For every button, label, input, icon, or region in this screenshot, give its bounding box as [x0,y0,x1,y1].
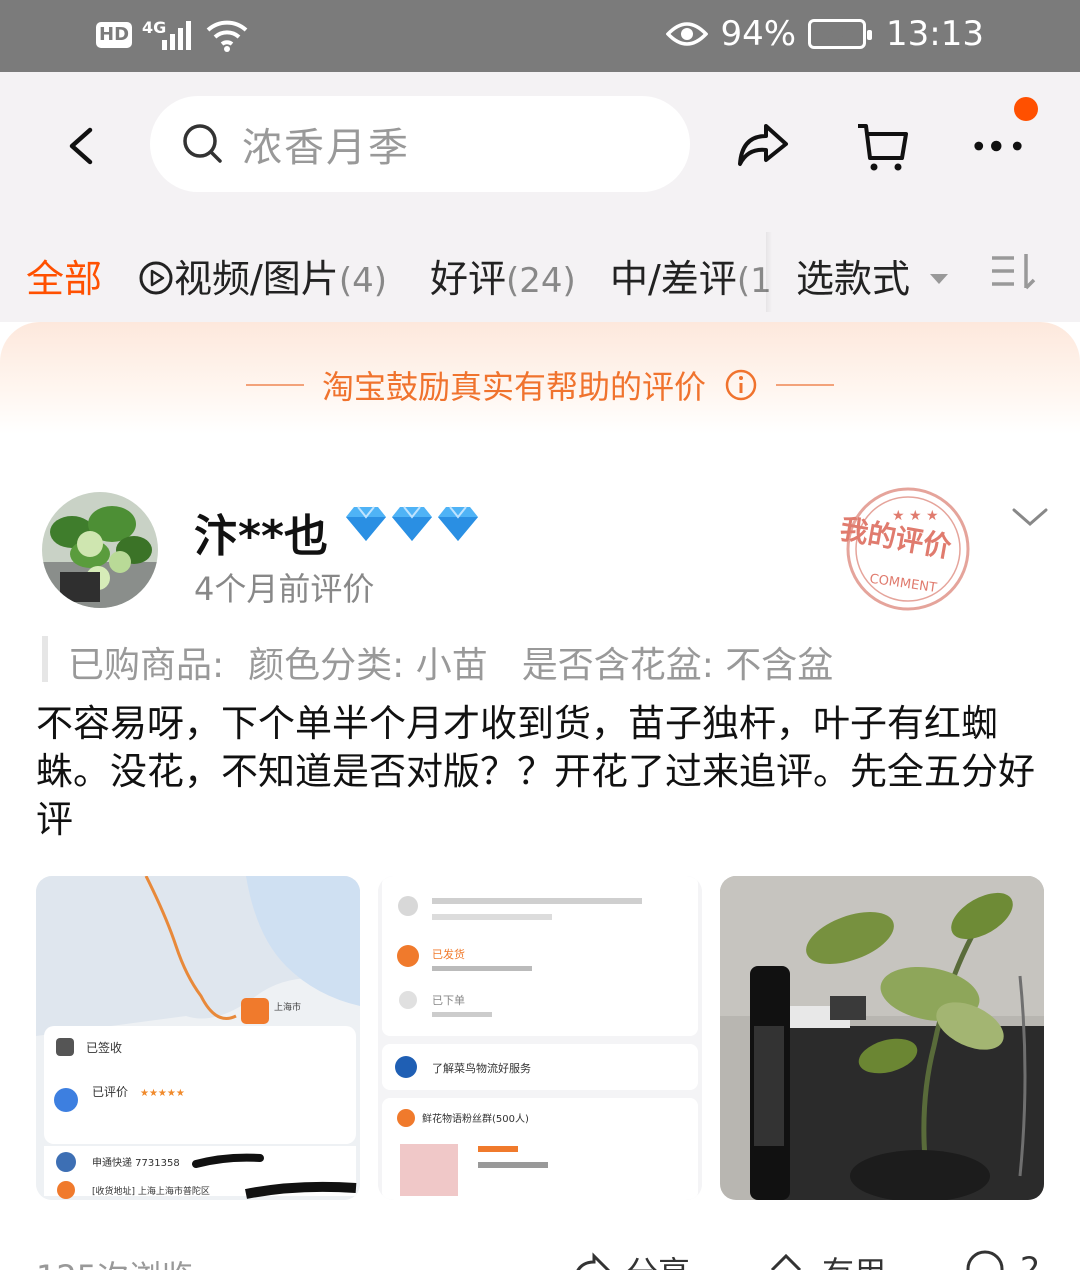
banner-line-right [776,384,834,386]
cart-icon[interactable] [854,118,910,174]
share-icon[interactable] [734,118,790,174]
tab-all[interactable]: 全部 [26,248,102,303]
style-filter-button[interactable]: 选款式 [796,248,950,303]
diamond-icon [346,506,386,541]
share-label: 分享 [626,1248,690,1270]
tab-media[interactable]: 视频/图片(4) [138,248,387,303]
tab-good-label: 好评 [430,257,507,301]
logistics-service: 了解菜鸟物流好服务 [432,1061,531,1075]
useful-button[interactable]: 有用 [766,1248,886,1270]
map-address: [收货地址] 上海上海市普陀区 [92,1185,210,1197]
info-icon[interactable] [724,368,758,402]
logistics-screenshot-image: 已发货 已下单 了解菜鸟物流好服务 鲜花物语粉丝群(500人) [378,876,702,1200]
banner-text: 淘宝鼓励真实有帮助的评价 [321,368,706,406]
tab-mid-bad[interactable]: 中/差评(1 [610,248,772,303]
sort-icon[interactable] [990,252,1038,292]
tab-media-label: 视频/图片 [174,257,339,301]
member-level-badge [344,505,480,543]
map-status-reviewed: 已评价 [92,1085,128,1099]
header: 浓香月季 全部 视频/图片(4) 好评(24) 中/差评(1 选款式 [0,72,1080,322]
logistics-group: 鲜花物语粉丝群(500人) [422,1112,529,1125]
review-footer: 125次浏览 分享 有用 2 [0,1240,1080,1270]
thumbs-up-icon [770,1253,802,1270]
purchased-item-info: 已购商品: 颜色分类: 小苗 是否含花盆: 不含盆 [42,636,833,686]
leaf-icon [828,27,847,41]
review-photo-3[interactable] [720,876,1044,1200]
avatar-plant-image [42,492,158,608]
tab-media-count: (4) [338,261,387,301]
hd-badge: HD [96,22,133,48]
play-icon [139,261,173,295]
chevron-down-icon[interactable] [1010,504,1050,532]
tab-good[interactable]: 好评(24) [430,248,576,303]
clock: 13:13 [886,14,984,54]
share-icon [576,1252,611,1270]
wifi-icon [206,20,248,52]
my-review-stamp: ★ ★ ★ 我的评价 COMMENT [838,487,970,611]
network-type: 4G [142,17,167,37]
tab-mid-bad-label: 中/差评 [610,257,737,301]
comment-icon [966,1250,1004,1270]
status-right: 94% 13:13 [666,14,984,54]
review-time: 4个月前评价 [194,570,375,608]
view-count: 125次浏览 [36,1252,193,1270]
sku-color: 颜色分类: 小苗 [248,645,488,686]
notification-dot [1014,97,1038,121]
sku-pot: 是否含花盆: 不含盆 [521,645,834,686]
share-button[interactable]: 分享 [570,1248,690,1270]
back-arrow-icon[interactable] [62,122,102,170]
review-photo-2[interactable]: 已发货 已下单 了解菜鸟物流好服务 鲜花物语粉丝群(500人) [378,876,702,1200]
tab-all-label: 全部 [26,257,103,301]
logistics-ordered: 已下单 [432,994,465,1007]
status-left: HD 4G [96,18,250,52]
avatar[interactable] [42,492,158,608]
tab-good-count: (24) [506,261,576,301]
more-icon[interactable] [970,118,1026,174]
map-courier: 申通快递 7731358 [92,1156,180,1169]
search-text: 浓香月季 [242,125,410,171]
comment-count: 2 [1020,1250,1041,1270]
comment-button[interactable]: 2 [964,1248,1040,1270]
map-status-signed: 已签收 [86,1040,122,1055]
dropdown-triangle-icon [930,274,949,284]
style-filter[interactable]: 选款式 [772,232,1080,312]
review-photo-1[interactable]: 上海市 已签收 已评价 ★★★★★ 申通快递 7731358 [收货地址] 上海… [36,876,360,1200]
eye-icon [666,22,709,46]
logistics-shipped: 已发货 [432,947,465,961]
diamond-icon [392,506,432,541]
battery-icon [808,19,873,49]
review-content: 不容易呀，下个单半个月才收到货，苗子独杆，叶子有红蜘蛛。没花，不知道是否对版？？… [36,702,1035,841]
search-bar[interactable]: 浓香月季 [150,96,690,192]
battery-percent: 94% [720,14,797,54]
review-encouragement-banner: 淘宝鼓励真实有帮助的评价 [0,322,1080,434]
search-icon [183,124,222,163]
review-tabs: 全部 视频/图片(4) 好评(24) 中/差评(1 选款式 [0,232,1080,312]
seedling-photo-image [720,876,1044,1200]
sku-prefix: 已购商品: [68,645,225,686]
style-filter-label: 选款式 [796,257,911,301]
map-screenshot-image: 上海市 已签收 已评价 ★★★★★ 申通快递 7731358 [收货地址] 上海… [36,876,360,1200]
svg-text:★★★★★: ★★★★★ [140,1088,185,1099]
useful-label: 有用 [822,1248,886,1270]
review-photos: 上海市 已签收 已评价 ★★★★★ 申通快递 7731358 [收货地址] 上海… [36,876,1044,1200]
banner-line-left [245,384,304,386]
reviewer-name[interactable]: 汴**也 [194,500,328,564]
status-bar: HD 4G 94% 13:13 [0,0,1080,72]
diamond-icon [438,506,478,541]
map-city-label: 上海市 [274,1001,301,1013]
signal-icon [162,21,192,50]
